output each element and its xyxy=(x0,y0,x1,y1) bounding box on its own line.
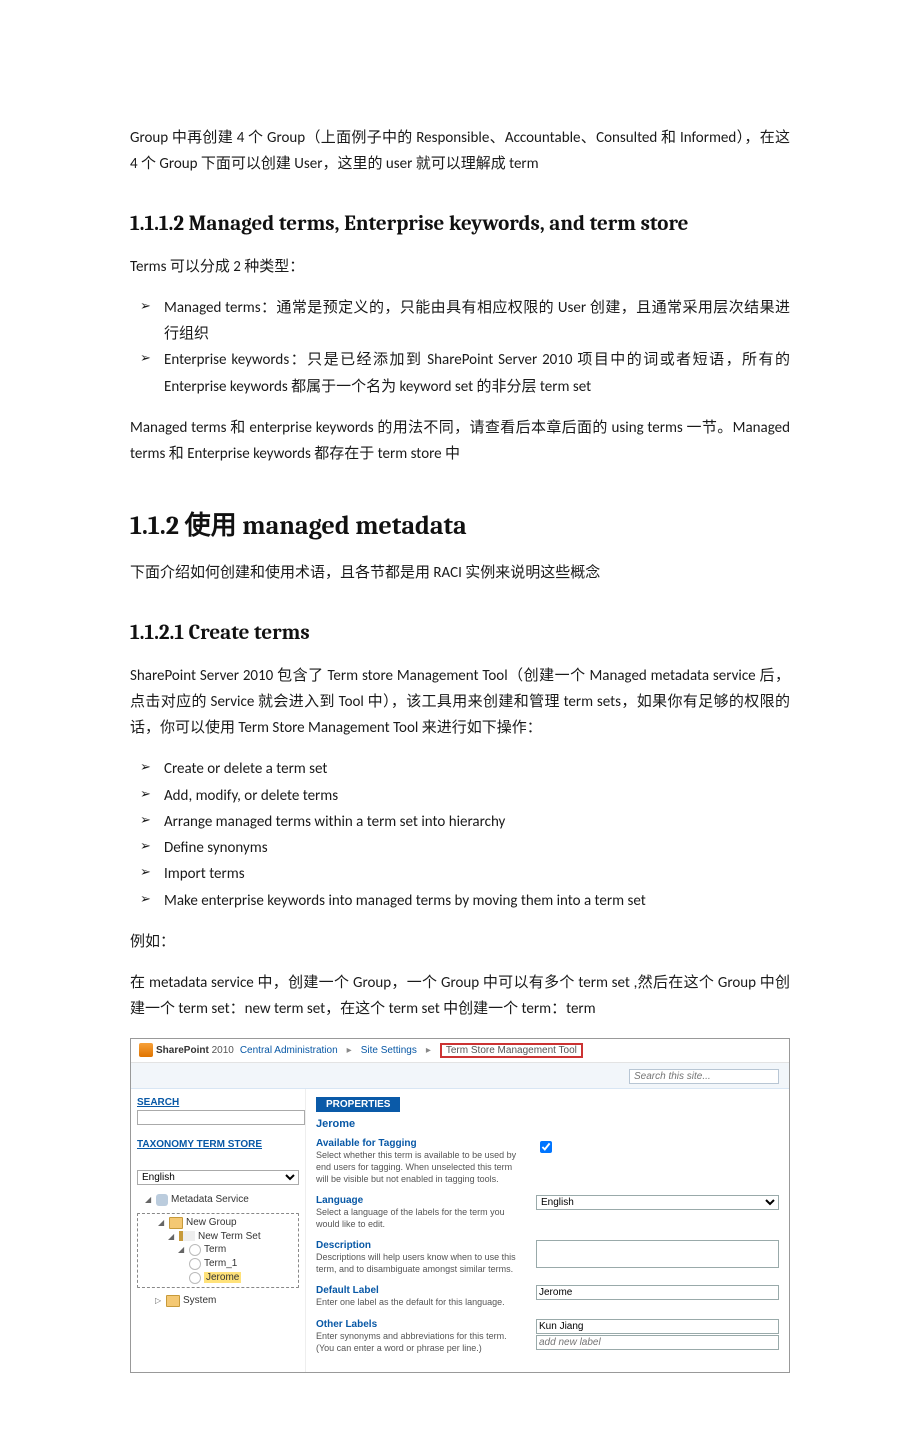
list-item: ➢Create or delete a term set xyxy=(130,756,790,782)
termset-icon xyxy=(179,1231,195,1241)
list-item: ➢ Enterprise keywords：只是已经添加到 SharePoint… xyxy=(130,347,790,400)
sharepoint-logo: SharePoint 2010 xyxy=(139,1043,234,1057)
left-panel: SEARCH TAXONOMY TERM STORE English ◢Meta… xyxy=(131,1089,306,1372)
left-store-title: TAXONOMY TERM STORE xyxy=(137,1139,299,1150)
prop-help: Enter one label as the default for this … xyxy=(316,1296,526,1308)
breadcrumb-link[interactable]: Site Settings xyxy=(361,1045,417,1056)
tree-node-termset[interactable]: ◢New Term Set xyxy=(140,1230,296,1243)
folder-icon xyxy=(169,1217,183,1229)
list-item: ➢ Managed terms：通常是预定义的，只能由具有相应权限的 User … xyxy=(130,295,790,348)
prop-help: Select whether this term is available to… xyxy=(316,1149,526,1185)
prop-title-description: Description xyxy=(316,1240,526,1251)
sp-header: SharePoint 2010 Central Administration ▸… xyxy=(131,1039,789,1063)
term-language-select[interactable]: English xyxy=(536,1195,779,1210)
bullet-marker: ➢ xyxy=(130,835,164,858)
heading-112: 1.1.2 使用 managed metadata xyxy=(130,505,790,542)
term-icon xyxy=(189,1244,201,1256)
bullet-marker: ➢ xyxy=(130,809,164,832)
bullet-marker: ➢ xyxy=(130,295,164,318)
para-after-types: Managed terms 和 enterprise keywords 的用法不… xyxy=(130,415,790,468)
tree-node-group[interactable]: ◢New Group xyxy=(140,1216,296,1230)
available-for-tagging-checkbox[interactable] xyxy=(540,1141,552,1153)
default-label-input[interactable] xyxy=(536,1285,779,1300)
heading-1112: 1.1.1.2 Managed terms, Enterprise keywor… xyxy=(130,212,790,236)
heading-1121: 1.1.2.1 Create terms xyxy=(130,621,790,645)
add-label-input[interactable] xyxy=(536,1335,779,1350)
bullet-marker: ➢ xyxy=(130,861,164,884)
prop-title-tagging: Available for Tagging xyxy=(316,1138,526,1149)
bullet-list-1: ➢ Managed terms：通常是预定义的，只能由具有相应权限的 User … xyxy=(130,295,790,400)
tree-node-term[interactable]: Term_1 xyxy=(140,1257,296,1271)
bullet-marker: ➢ xyxy=(130,783,164,806)
list-item: ➢Add, modify, or delete terms xyxy=(130,783,790,809)
folder-icon xyxy=(166,1295,180,1307)
prop-title-language: Language xyxy=(316,1195,526,1206)
term-icon xyxy=(189,1258,201,1270)
bullet-list-2: ➢Create or delete a term set ➢Add, modif… xyxy=(130,756,790,914)
prop-help: Select a language of the labels for the … xyxy=(316,1206,526,1230)
bullet-marker: ➢ xyxy=(130,756,164,779)
para-types-intro: Terms 可以分成 2 种类型： xyxy=(130,254,790,280)
prop-title-other-labels: Other Labels xyxy=(316,1319,526,1330)
screenshot-termstore: SharePoint 2010 Central Administration ▸… xyxy=(130,1038,790,1373)
tree-node-root[interactable]: ◢Metadata Service xyxy=(137,1193,299,1207)
tree-node-term-selected[interactable]: Jerome xyxy=(140,1271,296,1285)
term-tree: ◢Metadata Service ◢New Group ◢New Term S… xyxy=(137,1193,299,1308)
breadcrumb-current: Term Store Management Tool xyxy=(440,1043,583,1058)
site-search-bar xyxy=(131,1063,789,1089)
breadcrumb-sep-icon: ▸ xyxy=(347,1045,352,1056)
tree-node-term[interactable]: ◢Term xyxy=(140,1243,296,1257)
list-item: ➢Define synonyms xyxy=(130,835,790,861)
description-textarea[interactable] xyxy=(536,1240,779,1268)
site-search-input[interactable] xyxy=(629,1069,779,1084)
bullet-marker: ➢ xyxy=(130,347,164,370)
other-label-input[interactable] xyxy=(536,1319,779,1334)
tree-node-system[interactable]: ▷System xyxy=(137,1294,299,1308)
breadcrumb-link[interactable]: Central Administration xyxy=(240,1045,338,1056)
properties-tab[interactable]: PROPERTIES xyxy=(316,1097,400,1112)
list-item: ➢Import terms xyxy=(130,861,790,887)
taxonomy-search-input[interactable] xyxy=(137,1110,305,1125)
left-search-title: SEARCH xyxy=(137,1097,299,1108)
properties-panel: PROPERTIES Jerome Available for Tagging … xyxy=(306,1089,789,1372)
language-select[interactable]: English xyxy=(137,1170,299,1185)
para-112-intro: 下面介绍如何创建和使用术语，且各节都是用 RACI 实例来说明这些概念 xyxy=(130,560,790,586)
para-1121-a: SharePoint Server 2010 包含了 Term store Ma… xyxy=(130,663,790,742)
bullet-marker: ➢ xyxy=(130,888,164,911)
database-icon xyxy=(156,1194,168,1206)
term-icon xyxy=(189,1272,201,1284)
para-example-label: 例如： xyxy=(130,929,790,955)
list-item: ➢Make enterprise keywords into managed t… xyxy=(130,888,790,914)
prop-help: Descriptions will help users know when t… xyxy=(316,1251,526,1275)
breadcrumb-sep-icon: ▸ xyxy=(426,1045,431,1056)
prop-help: Enter synonyms and abbreviations for thi… xyxy=(316,1330,526,1354)
list-item: ➢Arrange managed terms within a term set… xyxy=(130,809,790,835)
sharepoint-icon xyxy=(139,1043,153,1057)
para-example-body: 在 metadata service 中，创建一个 Group，一个 Group… xyxy=(130,970,790,1023)
para-intro: Group 中再创建 4 个 Group（上面例子中的 Responsible、… xyxy=(130,125,790,178)
prop-title-default-label: Default Label xyxy=(316,1285,526,1296)
term-name-heading: Jerome xyxy=(316,1118,779,1130)
